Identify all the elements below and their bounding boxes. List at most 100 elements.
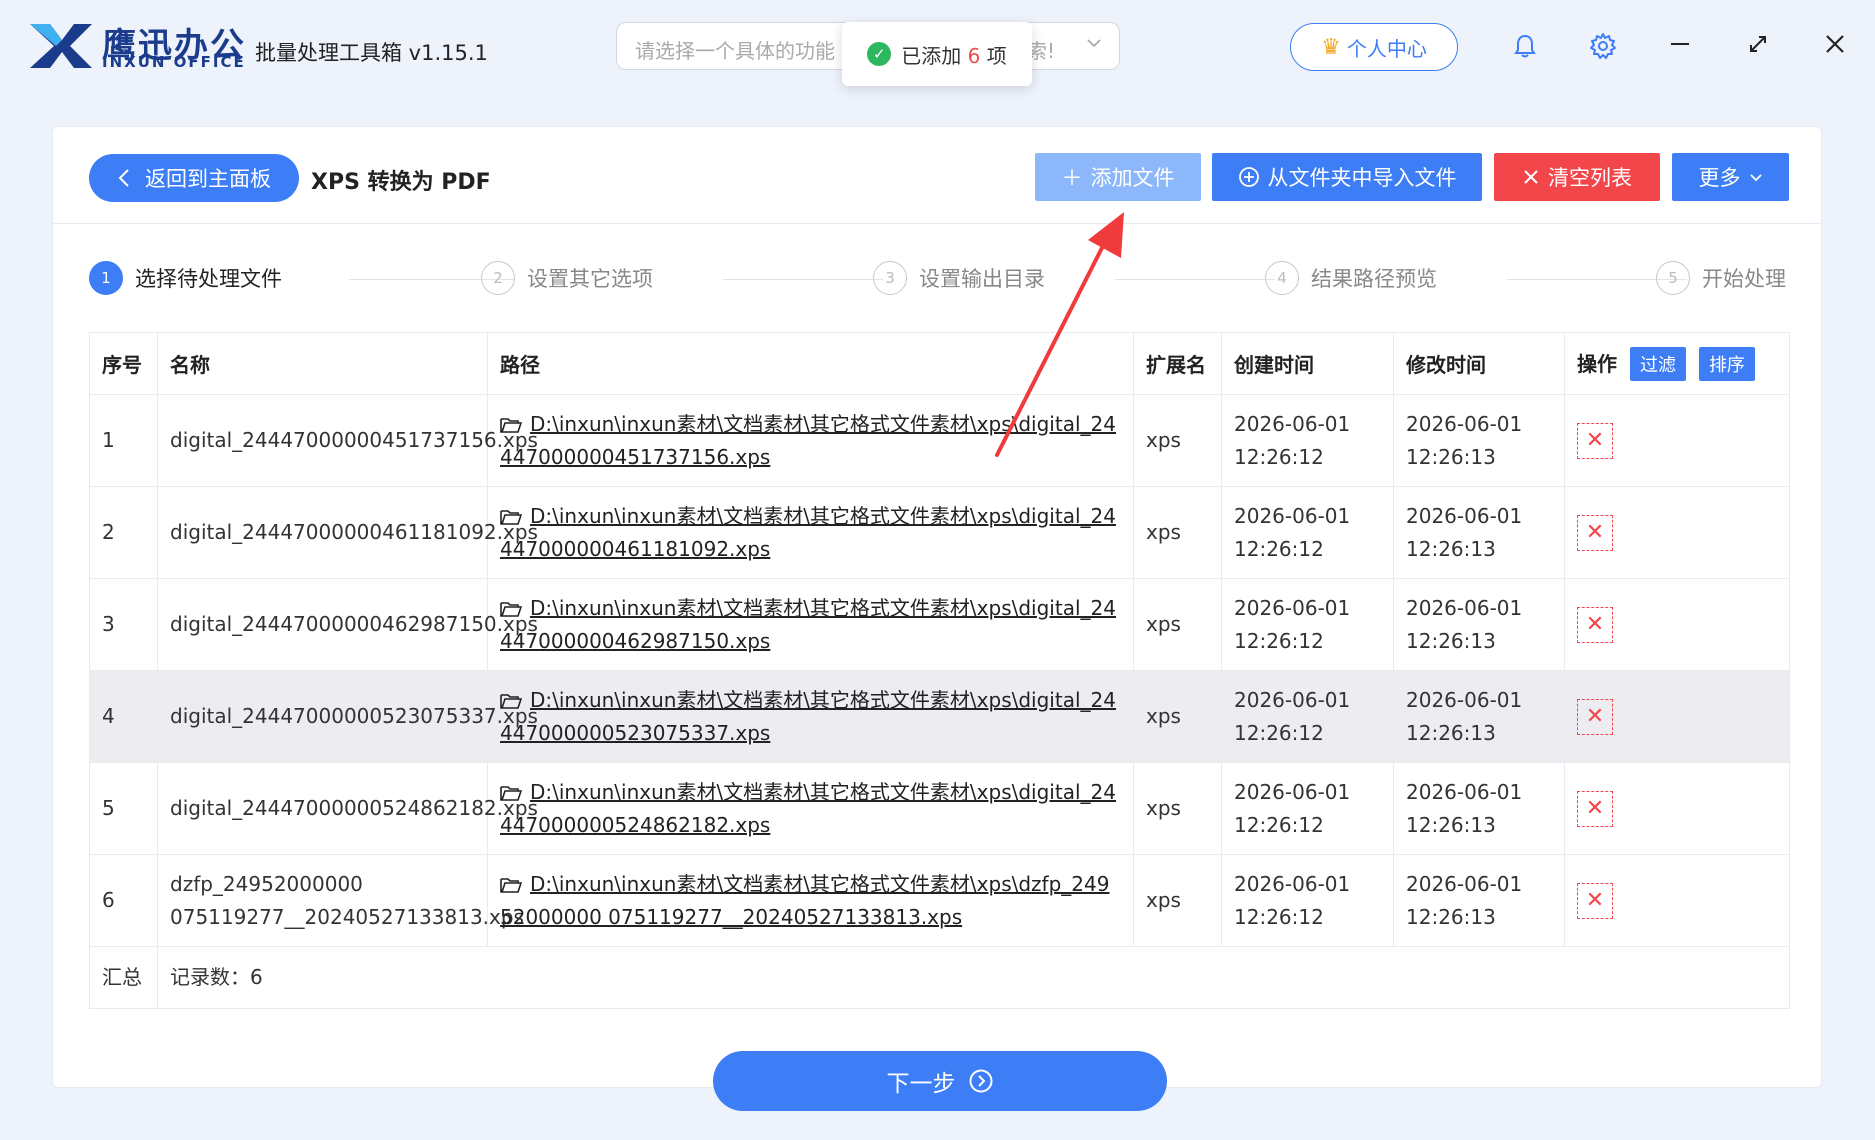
plus-circle-icon bbox=[1238, 167, 1259, 187]
row-index: 2 bbox=[89, 486, 158, 579]
toast-text: 已添加 6 项 bbox=[901, 43, 1007, 68]
col-name-header: 名称 bbox=[157, 332, 488, 395]
row-action: ✕ bbox=[1564, 854, 1790, 947]
filter-button[interactable]: 过滤 bbox=[1629, 346, 1686, 381]
row-modified: 2026-06-01 12:26:13 bbox=[1393, 670, 1565, 763]
user-center-button[interactable]: ♛ 个人中心 bbox=[1290, 23, 1458, 71]
step-number: 5 bbox=[1656, 261, 1690, 295]
check-circle-icon: ✓ bbox=[867, 42, 892, 66]
table-row[interactable]: 3 digital_24447000000462987150.xps D:\in… bbox=[89, 578, 1790, 671]
col-ext-header: 扩展名 bbox=[1133, 332, 1222, 395]
row-modified: 2026-06-01 12:26:13 bbox=[1393, 394, 1565, 487]
row-index: 5 bbox=[89, 762, 158, 855]
delete-row-icon[interactable]: ✕ bbox=[1577, 606, 1613, 643]
row-modified: 2026-06-01 12:26:13 bbox=[1393, 486, 1565, 579]
chevron-left-icon bbox=[118, 169, 129, 187]
path-link[interactable]: D:\inxun\inxun素材\文档素材\其它格式文件素材\xps\digit… bbox=[500, 780, 1116, 837]
col-action-header: 操作 过滤 排序 bbox=[1564, 332, 1790, 395]
back-label: 返回到主面板 bbox=[145, 167, 271, 191]
step-preview-path: 4 结果路径预览 bbox=[1265, 260, 1437, 296]
row-path[interactable]: D:\inxun\inxun素材\文档素材\其它格式文件素材\xps\digit… bbox=[487, 670, 1134, 763]
row-created: 2026-06-01 12:26:12 bbox=[1221, 762, 1394, 855]
row-action: ✕ bbox=[1564, 486, 1790, 579]
row-path[interactable]: D:\inxun\inxun素材\文档素材\其它格式文件素材\xps\digit… bbox=[487, 762, 1134, 855]
path-link[interactable]: D:\inxun\inxun素材\文档素材\其它格式文件素材\xps\digit… bbox=[500, 412, 1116, 469]
file-table: 序号 名称 路径 扩展名 创建时间 修改时间 操作 过滤 排序 1 digita… bbox=[89, 332, 1790, 1009]
step-label: 结果路径预览 bbox=[1311, 267, 1437, 291]
row-name: digital_24447000000451737156.xps bbox=[157, 394, 538, 487]
clear-list-button[interactable]: 清空列表 bbox=[1494, 153, 1660, 201]
col-modified-header: 修改时间 bbox=[1393, 332, 1565, 395]
row-ext: xps bbox=[1133, 578, 1222, 671]
add-file-button[interactable]: ＋ 添加文件 bbox=[1035, 153, 1201, 201]
row-path[interactable]: D:\inxun\inxun素材\文档素材\其它格式文件素材\xps\digit… bbox=[487, 394, 1134, 487]
row-modified: 2026-06-01 12:26:13 bbox=[1393, 578, 1565, 671]
delete-row-icon[interactable]: ✕ bbox=[1577, 882, 1613, 919]
sort-button[interactable]: 排序 bbox=[1698, 346, 1755, 381]
table-row[interactable]: 6 dzfp_24952000000 075119277__2024052713… bbox=[89, 854, 1790, 947]
step-number: 4 bbox=[1265, 261, 1299, 295]
row-ext: xps bbox=[1133, 486, 1222, 579]
row-created: 2026-06-01 12:26:12 bbox=[1221, 394, 1394, 487]
row-created: 2026-06-01 12:26:12 bbox=[1221, 486, 1394, 579]
close-icon[interactable] bbox=[1817, 26, 1853, 62]
row-name: digital_24447000000461181092.xps bbox=[157, 486, 538, 579]
row-index: 3 bbox=[89, 578, 158, 671]
bell-icon[interactable] bbox=[1507, 28, 1543, 64]
plus-icon: ＋ bbox=[1061, 166, 1083, 190]
next-step-button[interactable]: 下一步 bbox=[713, 1051, 1167, 1111]
minimize-icon[interactable] bbox=[1662, 26, 1698, 62]
summary-count: 记录数：6 bbox=[157, 946, 1790, 1009]
folder-open-icon bbox=[500, 601, 522, 617]
inxun-logo-icon bbox=[30, 24, 92, 68]
path-link[interactable]: D:\inxun\inxun素材\文档素材\其它格式文件素材\xps\digit… bbox=[500, 596, 1116, 653]
logo-subtext: INXUN OFFICE bbox=[102, 53, 246, 71]
step-number: 2 bbox=[481, 261, 515, 295]
app-title: 批量处理工具箱 v1.15.1 bbox=[255, 41, 488, 65]
chevron-down-icon[interactable] bbox=[1085, 33, 1103, 57]
crown-icon: ♛ bbox=[1321, 34, 1341, 60]
row-ext: xps bbox=[1133, 394, 1222, 487]
row-name: digital_24447000000523075337.xps bbox=[157, 670, 538, 763]
step-label: 选择待处理文件 bbox=[135, 267, 282, 291]
folder-open-icon bbox=[500, 877, 522, 893]
delete-row-icon[interactable]: ✕ bbox=[1577, 698, 1613, 735]
summary-label: 汇总 bbox=[89, 946, 158, 1009]
add-file-label: 添加文件 bbox=[1090, 166, 1175, 190]
arrow-right-circle-icon bbox=[969, 1069, 992, 1093]
delete-row-icon[interactable]: ✕ bbox=[1577, 514, 1613, 551]
row-index: 6 bbox=[89, 854, 158, 947]
table-row[interactable]: 1 digital_24447000000451737156.xps D:\in… bbox=[89, 394, 1790, 487]
import-folder-button[interactable]: 从文件夹中导入文件 bbox=[1212, 153, 1482, 201]
row-path[interactable]: D:\inxun\inxun素材\文档素材\其它格式文件素材\xps\dzfp_… bbox=[487, 854, 1134, 947]
path-link[interactable]: D:\inxun\inxun素材\文档素材\其它格式文件素材\xps\digit… bbox=[500, 688, 1116, 745]
path-link[interactable]: D:\inxun\inxun素材\文档素材\其它格式文件素材\xps\dzfp_… bbox=[500, 872, 1109, 929]
row-path[interactable]: D:\inxun\inxun素材\文档素材\其它格式文件素材\xps\digit… bbox=[487, 578, 1134, 671]
row-name: digital_24447000000462987150.xps bbox=[157, 578, 538, 671]
step-number: 1 bbox=[89, 261, 123, 295]
row-modified: 2026-06-01 12:26:13 bbox=[1393, 854, 1565, 947]
maximize-icon[interactable] bbox=[1740, 26, 1776, 62]
action-header-label: 操作 bbox=[1577, 351, 1617, 376]
path-link[interactable]: D:\inxun\inxun素材\文档素材\其它格式文件素材\xps\digit… bbox=[500, 504, 1116, 561]
search-placeholder: 请选择一个具体的功能 bbox=[635, 39, 835, 63]
step-start: 5 开始处理 bbox=[1656, 260, 1786, 296]
back-to-main-button[interactable]: 返回到主面板 bbox=[89, 154, 299, 202]
row-created: 2026-06-01 12:26:12 bbox=[1221, 578, 1394, 671]
delete-row-icon[interactable]: ✕ bbox=[1577, 422, 1613, 459]
step-select-files: 1 选择待处理文件 bbox=[89, 260, 282, 296]
added-toast: ✓ 已添加 6 项 bbox=[842, 22, 1032, 86]
delete-row-icon[interactable]: ✕ bbox=[1577, 790, 1613, 827]
table-row[interactable]: 5 digital_24447000000524862182.xps D:\in… bbox=[89, 762, 1790, 855]
row-path[interactable]: D:\inxun\inxun素材\文档素材\其它格式文件素材\xps\digit… bbox=[487, 486, 1134, 579]
table-row[interactable]: 4 digital_24447000000523075337.xps D:\in… bbox=[89, 670, 1790, 763]
table-row[interactable]: 2 digital_24447000000461181092.xps D:\in… bbox=[89, 486, 1790, 579]
gear-icon[interactable] bbox=[1585, 28, 1621, 64]
close-icon bbox=[1524, 170, 1538, 184]
more-button[interactable]: 更多 bbox=[1672, 153, 1789, 201]
step-label: 设置其它选项 bbox=[527, 267, 653, 291]
summary-row: 汇总 记录数：6 bbox=[89, 946, 1790, 1009]
folder-open-icon bbox=[500, 693, 522, 709]
row-name: digital_24447000000524862182.xps bbox=[157, 762, 538, 855]
row-index: 1 bbox=[89, 394, 158, 487]
